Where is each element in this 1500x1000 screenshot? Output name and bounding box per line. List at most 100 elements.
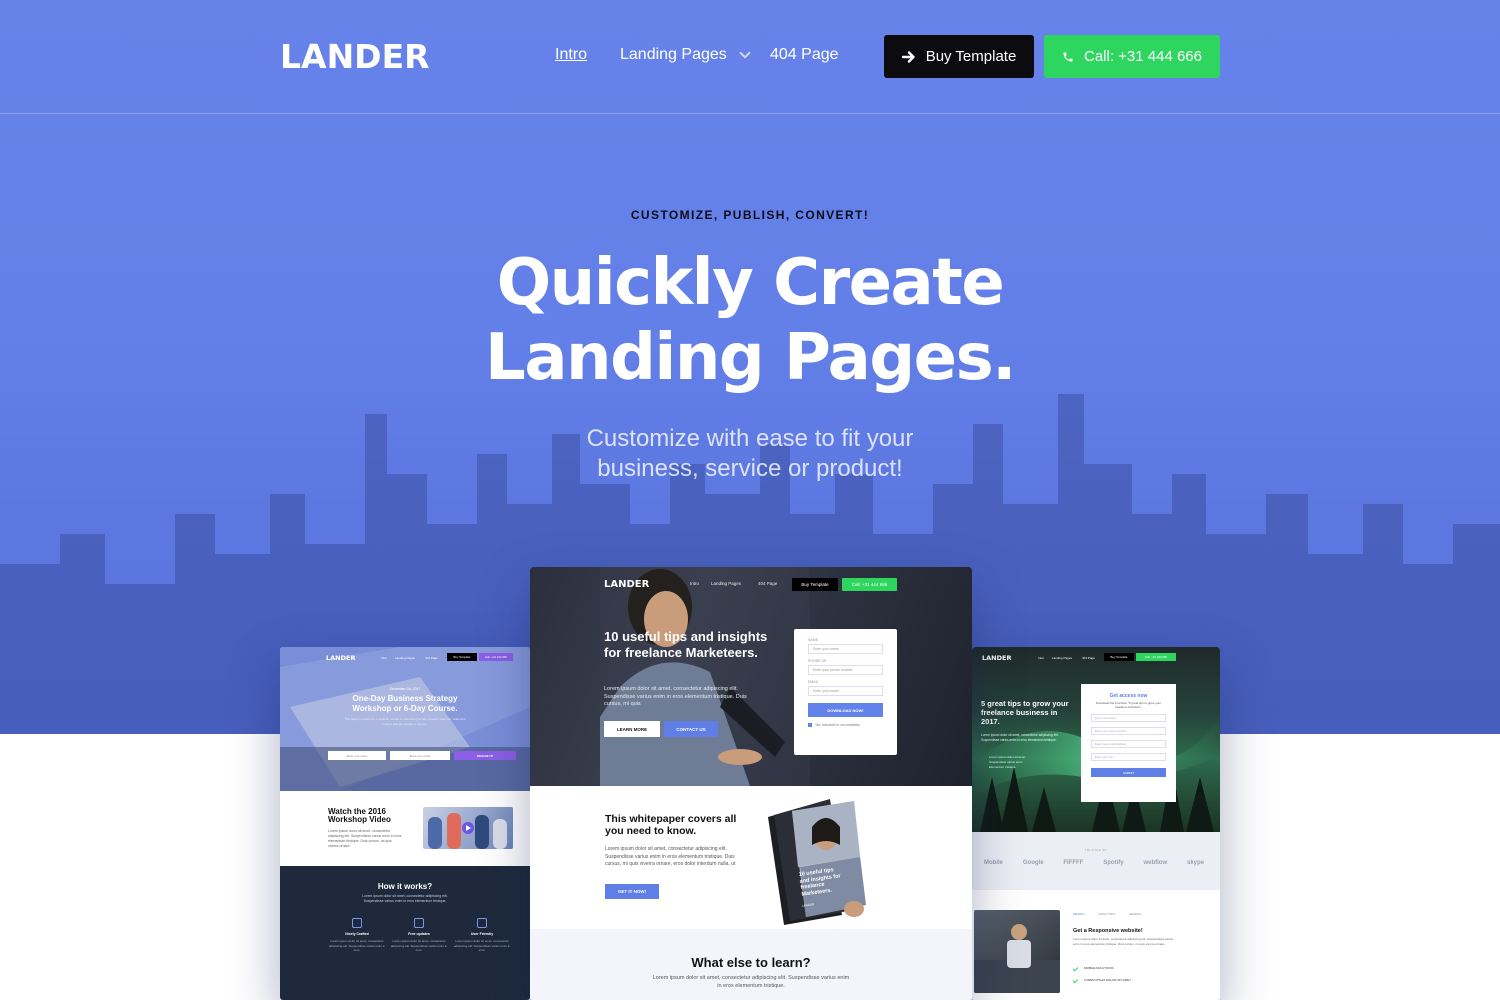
checkbox-label: Yes, subscribe to our newsletter	[815, 723, 861, 727]
photo-shapes	[974, 924, 1060, 993]
hero-headline-line2: Landing Pages.	[485, 321, 1016, 395]
whitepaper-booklet-image: 10 useful tips and insights for freelanc…	[762, 797, 892, 925]
mockup-center-learn-section: What else to learn? Lorem ipsum dolor si…	[530, 929, 972, 1000]
nav-link-404[interactable]: 404 Page	[770, 46, 839, 64]
mockup-right-feature-section: DESIGN ANALYTICS SEARCH Get a Responsive…	[972, 890, 1220, 1000]
mockup-left-how-copy: Lorem ipsum dolor sit amet, consectetur …	[362, 894, 448, 903]
form-input: Enter your phone number	[808, 665, 883, 675]
mockup-workshop-page[interactable]: LANDER Intro Landing Pages 404 Page Buy …	[280, 647, 530, 1000]
hero-headline-line1: Quickly Create	[496, 246, 1005, 320]
whitepaper-copy: Lorem ipsum dolor sit amet, consectetur …	[605, 846, 736, 867]
lander-logo[interactable]: LANDER	[280, 36, 430, 76]
phone-icon	[1063, 52, 1073, 61]
mockup-center-learn-more: LEARN MORE	[604, 721, 660, 737]
mockup-left-copy: This page is perfect for a webinar, cour…	[344, 717, 466, 726]
tab-design: DESIGN	[1073, 912, 1085, 916]
form-title: Get access now	[1109, 693, 1148, 699]
mockup-left-feature-2: Free updates Lorem ipsum dolor sit amet,…	[389, 918, 449, 953]
partner-logo: Google	[1022, 860, 1044, 866]
mockup-left-nav-intro: Intro	[381, 656, 388, 660]
nav-link-landing-pages[interactable]: Landing Pages	[620, 46, 751, 64]
call-button[interactable]: Call: +31 444 666	[1044, 35, 1220, 78]
mockup-left-nav-404: 404 Page	[425, 656, 438, 660]
check-icon	[1072, 965, 1079, 971]
tab-search: SEARCH	[1128, 912, 1142, 916]
mockup-right-hero: LANDER Intro Landing Pages 404 Page Buy …	[972, 647, 1220, 832]
mockup-center-whitepaper-section: This whitepaper covers all you need to k…	[530, 786, 972, 929]
partner-logo: FIFFFF	[1063, 860, 1084, 866]
partner-logo: Spotify	[1103, 860, 1124, 866]
form-submit: SUBMIT	[1091, 768, 1166, 777]
mockup-right-logos: TRUSTED BY Mobile Google FIFFFF Spotify …	[972, 832, 1220, 890]
mockup-center-contact-us: CONTACT US	[664, 721, 718, 737]
mockup-right-nav-404: 404 Page	[1082, 656, 1095, 660]
refresh-icon	[414, 918, 424, 928]
mockup-left-call: Call: +31 444 666	[479, 653, 513, 661]
mockup-whitepaper-page[interactable]: LANDER Intro Landing Pages 404 Page Buy …	[530, 567, 972, 1000]
mockup-left-video-title: Watch the 2016 Workshop Video	[328, 807, 391, 824]
mockup-left-nav-landing: Landing Pages	[395, 656, 416, 660]
feature-title: Nicely Crafted	[345, 932, 369, 936]
check-item: MOBILE SOLUTIONS	[1072, 965, 1114, 971]
mockup-right-copy: Lorem ipsum dolor sit amet, consectetur …	[981, 733, 1059, 742]
mockup-right-nav-intro: Intro	[1038, 656, 1045, 660]
form-field: Enter your email address	[1091, 740, 1166, 748]
mockup-left-feature-3: User Friendly Lorem ipsum dolor sit amet…	[452, 918, 512, 953]
hero-subline-line2: business, service or product!	[597, 455, 903, 482]
mockup-left-cta: SIGN ME UP	[454, 751, 516, 760]
video-thumbnail	[423, 807, 513, 849]
buy-template-button[interactable]: Buy Template	[884, 35, 1034, 78]
mockup-right-section-copy: Lorem ipsum dolor sit amet, consectetur …	[1073, 937, 1173, 946]
mockup-center-buy: Buy Template	[792, 578, 838, 591]
logo-text: LANDER	[280, 36, 430, 76]
arrow-right-icon	[901, 50, 915, 63]
form-field: Enter your phone number	[1091, 727, 1166, 735]
nav-link-intro[interactable]: Intro	[555, 46, 587, 64]
trusted-label: TRUSTED BY	[1084, 848, 1108, 852]
hero-eyebrow: CUSTOMIZE, PUBLISH, CONVERT!	[630, 208, 870, 222]
feature-copy: Lorem ipsum dolor sit amet, consectetur …	[390, 939, 448, 952]
mockup-left-logo: LANDER	[326, 654, 356, 662]
hero-subline: Customize with ease to fit your business…	[0, 424, 1500, 484]
woman-with-tablet-photo	[600, 567, 810, 786]
mockup-right-title: 5 great tips to grow your freelance busi…	[981, 699, 1069, 726]
feature-copy: Lorem ipsum dolor sit amet, consectetur …	[328, 939, 386, 952]
mockup-right-nav-landing: Landing Pages	[1052, 656, 1073, 660]
partner-logo: skype	[1186, 860, 1204, 866]
form-subtitle: Download the brochure "5 great tips to g…	[1095, 701, 1162, 709]
mockup-left-field-email: Enter your email	[390, 751, 450, 760]
mockup-right-call: Call: +31 444 666	[1136, 653, 1176, 661]
mockup-left-field-name: Enter your name	[328, 751, 386, 760]
mockup-center-form: NAME Enter your name PHONE NR. Enter you…	[794, 629, 897, 755]
check-label: LOREM IPSUM DOLOR SIT AMET	[1084, 978, 1131, 982]
hero-headline: Quickly Create Landing Pages.	[0, 246, 1500, 396]
award-icon	[352, 918, 362, 928]
feature-copy: Lorem ipsum dolor sit amet, consectetur …	[453, 939, 511, 952]
form-input: Enter your name	[808, 644, 883, 654]
partner-logos: Mobile Google FIFFFF Spotify webflow sky…	[984, 860, 1204, 866]
form-label: NAME	[808, 638, 819, 642]
mockup-left-how-section: How it works? Lorem ipsum dolor sit amet…	[280, 866, 530, 1000]
form-field: Enter your name	[1091, 714, 1166, 722]
briefcase-icon	[477, 918, 487, 928]
mockup-left-video-section: Watch the 2016 Workshop Video Lorem ipsu…	[280, 791, 530, 866]
bullet-item: Elementum tristique	[989, 765, 1016, 769]
mockup-center-nav-intro: Intro	[690, 581, 700, 586]
mockup-freelance-page[interactable]: LANDER Intro Landing Pages 404 Page Buy …	[972, 647, 1220, 1000]
partner-logo: webflow	[1143, 860, 1168, 866]
nav-link-landing-pages-label: Landing Pages	[620, 46, 727, 63]
mockup-center-call: Call: +31 444 666	[842, 578, 897, 591]
chevron-down-icon	[739, 46, 751, 59]
partner-logo: Mobile	[984, 860, 1003, 866]
check-icon	[1072, 977, 1079, 983]
man-on-couch-photo	[974, 910, 1060, 993]
form-label: PHONE NR.	[808, 659, 828, 663]
mockup-right-buy: Buy Template	[1104, 653, 1134, 661]
mockup-left-title: One-Day Business Strategy Workshop or 6-…	[352, 694, 458, 713]
whitepaper-title: This whitepaper covers all you need to k…	[605, 813, 737, 837]
mockup-right-bullets: Lorem ipsum dolor sit amet Suspendisse v…	[989, 755, 1025, 770]
mockup-right-form: Get access now Download the brochure "5 …	[1081, 684, 1176, 802]
mockup-left-video-copy: Lorem ipsum dolor sit amet, consectetur …	[328, 829, 402, 848]
form-input: Enter your email	[808, 686, 883, 696]
form-label: EMAIL	[808, 680, 819, 684]
